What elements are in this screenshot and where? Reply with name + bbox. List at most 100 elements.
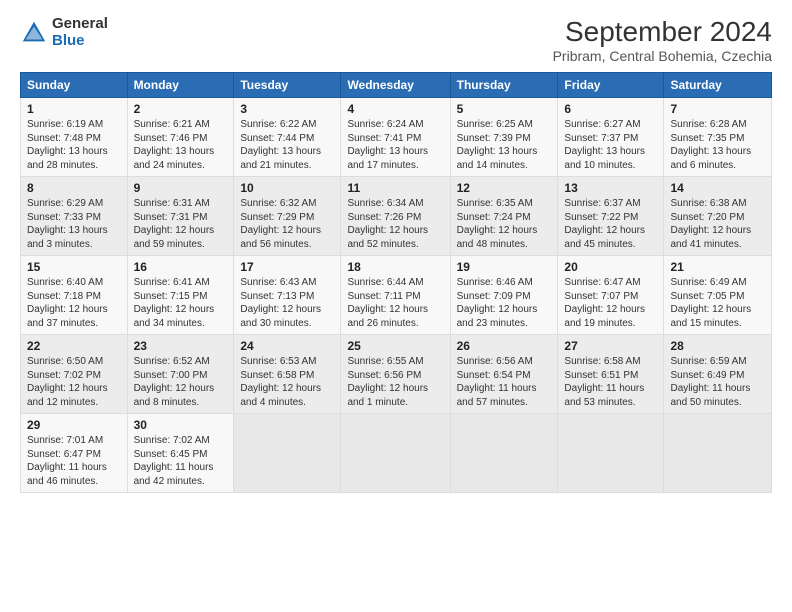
calendar-cell: 22Sunrise: 6:50 AMSunset: 7:02 PMDayligh…	[21, 335, 128, 414]
calendar-week-row: 15 Sunrise: 6:40 AMSunset: 7:18 PMDayligh…	[21, 256, 772, 335]
day-number: 17	[240, 260, 334, 274]
logo: General Blue	[20, 16, 108, 49]
cell-info: Sunrise: 6:29 AMSunset: 7:33 PMDaylight:…	[27, 197, 121, 251]
day-number: 19	[457, 260, 552, 274]
day-number: 8	[27, 181, 121, 195]
calendar-table: SundayMondayTuesdayWednesdayThursdayFrid…	[20, 72, 772, 493]
calendar-week-row: 29 Sunrise: 7:01 AMSunset: 6:47 PMDayligh…	[21, 414, 772, 493]
calendar-cell: 16Sunrise: 6:41 AMSunset: 7:15 PMDayligh…	[127, 256, 234, 335]
day-of-week-header: Wednesday	[341, 73, 450, 98]
calendar-cell: 15 Sunrise: 6:40 AMSunset: 7:18 PMDayligh…	[21, 256, 128, 335]
cell-info: Sunrise: 6:31 AMSunset: 7:31 PMDaylight:…	[134, 197, 228, 251]
cell-info: Sunrise: 6:58 AMSunset: 6:51 PMDaylight:…	[564, 355, 657, 409]
calendar-cell: 12 Sunrise: 6:35 AMSunset: 7:24 PMDayligh…	[450, 177, 558, 256]
day-of-week-header: Tuesday	[234, 73, 341, 98]
day-number: 15	[27, 260, 121, 274]
calendar-cell: 20Sunrise: 6:47 AMSunset: 7:07 PMDayligh…	[558, 256, 664, 335]
cell-info: Sunrise: 6:47 AMSunset: 7:07 PMDaylight:…	[564, 276, 657, 330]
calendar-cell: 8 Sunrise: 6:29 AMSunset: 7:33 PMDaylight…	[21, 177, 128, 256]
day-number: 25	[347, 339, 443, 353]
calendar-cell: 29 Sunrise: 7:01 AMSunset: 6:47 PMDayligh…	[21, 414, 128, 493]
calendar-cell	[664, 414, 772, 493]
cell-info: Sunrise: 6:53 AMSunset: 6:58 PMDaylight:…	[240, 355, 334, 409]
cell-info: Sunrise: 6:34 AMSunset: 7:26 PMDaylight:…	[347, 197, 443, 251]
day-number: 9	[134, 181, 228, 195]
month-year: September 2024	[553, 16, 772, 48]
calendar-cell: 11 Sunrise: 6:34 AMSunset: 7:26 PMDayligh…	[341, 177, 450, 256]
cell-info: Sunrise: 6:35 AMSunset: 7:24 PMDaylight:…	[457, 197, 552, 251]
calendar-cell: 26 Sunrise: 6:56 AMSunset: 6:54 PMDayligh…	[450, 335, 558, 414]
calendar-week-row: 22Sunrise: 6:50 AMSunset: 7:02 PMDayligh…	[21, 335, 772, 414]
day-number: 29	[27, 418, 121, 432]
logo-general: General	[52, 16, 108, 33]
calendar-cell: 24 Sunrise: 6:53 AMSunset: 6:58 PMDayligh…	[234, 335, 341, 414]
cell-info: Sunrise: 6:49 AMSunset: 7:05 PMDaylight:…	[670, 276, 765, 330]
cell-info: Sunrise: 6:44 AMSunset: 7:11 PMDaylight:…	[347, 276, 443, 330]
day-number: 30	[134, 418, 228, 432]
calendar-cell: 7 Sunrise: 6:28 AMSunset: 7:35 PMDaylight…	[664, 98, 772, 177]
day-number: 23	[134, 339, 228, 353]
calendar-cell	[450, 414, 558, 493]
calendar-cell: 13 Sunrise: 6:37 AMSunset: 7:22 PMDayligh…	[558, 177, 664, 256]
day-number: 26	[457, 339, 552, 353]
calendar-cell: 18Sunrise: 6:44 AMSunset: 7:11 PMDayligh…	[341, 256, 450, 335]
day-of-week-header: Thursday	[450, 73, 558, 98]
calendar-cell: 21 Sunrise: 6:49 AMSunset: 7:05 PMDayligh…	[664, 256, 772, 335]
day-number: 13	[564, 181, 657, 195]
calendar-header-row: SundayMondayTuesdayWednesdayThursdayFrid…	[21, 73, 772, 98]
calendar-cell: 10 Sunrise: 6:32 AMSunset: 7:29 PMDayligh…	[234, 177, 341, 256]
cell-info: Sunrise: 6:40 AMSunset: 7:18 PMDaylight:…	[27, 276, 121, 330]
day-number: 1	[27, 102, 121, 116]
calendar-cell: 5 Sunrise: 6:25 AMSunset: 7:39 PMDaylight…	[450, 98, 558, 177]
cell-info: Sunrise: 6:32 AMSunset: 7:29 PMDaylight:…	[240, 197, 334, 251]
cell-info: Sunrise: 7:01 AMSunset: 6:47 PMDaylight:…	[27, 434, 121, 488]
calendar-cell: 1Sunrise: 6:19 AMSunset: 7:48 PMDaylight…	[21, 98, 128, 177]
day-of-week-header: Monday	[127, 73, 234, 98]
day-number: 4	[347, 102, 443, 116]
day-of-week-header: Friday	[558, 73, 664, 98]
day-of-week-header: Sunday	[21, 73, 128, 98]
location: Pribram, Central Bohemia, Czechia	[553, 48, 772, 64]
calendar-cell: 4Sunrise: 6:24 AMSunset: 7:41 PMDaylight…	[341, 98, 450, 177]
day-number: 2	[134, 102, 228, 116]
calendar-cell: 3 Sunrise: 6:22 AMSunset: 7:44 PMDaylight…	[234, 98, 341, 177]
calendar-cell: 19 Sunrise: 6:46 AMSunset: 7:09 PMDayligh…	[450, 256, 558, 335]
logo-icon	[20, 19, 48, 47]
calendar-cell: 2 Sunrise: 6:21 AMSunset: 7:46 PMDaylight…	[127, 98, 234, 177]
day-number: 6	[564, 102, 657, 116]
cell-info: Sunrise: 6:38 AMSunset: 7:20 PMDaylight:…	[670, 197, 765, 251]
calendar-cell: 23Sunrise: 6:52 AMSunset: 7:00 PMDayligh…	[127, 335, 234, 414]
day-number: 27	[564, 339, 657, 353]
cell-info: Sunrise: 6:37 AMSunset: 7:22 PMDaylight:…	[564, 197, 657, 251]
day-number: 3	[240, 102, 334, 116]
day-number: 10	[240, 181, 334, 195]
day-number: 5	[457, 102, 552, 116]
day-number: 21	[670, 260, 765, 274]
calendar-cell: 9 Sunrise: 6:31 AMSunset: 7:31 PMDaylight…	[127, 177, 234, 256]
day-number: 7	[670, 102, 765, 116]
cell-info: Sunrise: 6:22 AMSunset: 7:44 PMDaylight:…	[240, 118, 334, 172]
day-number: 22	[27, 339, 121, 353]
header: General Blue September 2024 Pribram, Cen…	[20, 16, 772, 64]
day-of-week-header: Saturday	[664, 73, 772, 98]
day-number: 24	[240, 339, 334, 353]
cell-info: Sunrise: 6:28 AMSunset: 7:35 PMDaylight:…	[670, 118, 765, 172]
calendar-week-row: 8 Sunrise: 6:29 AMSunset: 7:33 PMDaylight…	[21, 177, 772, 256]
cell-info: Sunrise: 6:21 AMSunset: 7:46 PMDaylight:…	[134, 118, 228, 172]
day-number: 16	[134, 260, 228, 274]
calendar-cell: 14Sunrise: 6:38 AMSunset: 7:20 PMDayligh…	[664, 177, 772, 256]
cell-info: Sunrise: 6:46 AMSunset: 7:09 PMDaylight:…	[457, 276, 552, 330]
calendar-cell	[234, 414, 341, 493]
day-number: 11	[347, 181, 443, 195]
cell-info: Sunrise: 6:43 AMSunset: 7:13 PMDaylight:…	[240, 276, 334, 330]
calendar-cell: 30 Sunrise: 7:02 AMSunset: 6:45 PMDayligh…	[127, 414, 234, 493]
cell-info: Sunrise: 6:56 AMSunset: 6:54 PMDaylight:…	[457, 355, 552, 409]
cell-info: Sunrise: 6:25 AMSunset: 7:39 PMDaylight:…	[457, 118, 552, 172]
calendar-cell	[558, 414, 664, 493]
day-number: 12	[457, 181, 552, 195]
day-number: 28	[670, 339, 765, 353]
title-block: September 2024 Pribram, Central Bohemia,…	[553, 16, 772, 64]
calendar-cell: 27 Sunrise: 6:58 AMSunset: 6:51 PMDayligh…	[558, 335, 664, 414]
calendar-cell: 25Sunrise: 6:55 AMSunset: 6:56 PMDayligh…	[341, 335, 450, 414]
cell-info: Sunrise: 7:02 AMSunset: 6:45 PMDaylight:…	[134, 434, 228, 488]
